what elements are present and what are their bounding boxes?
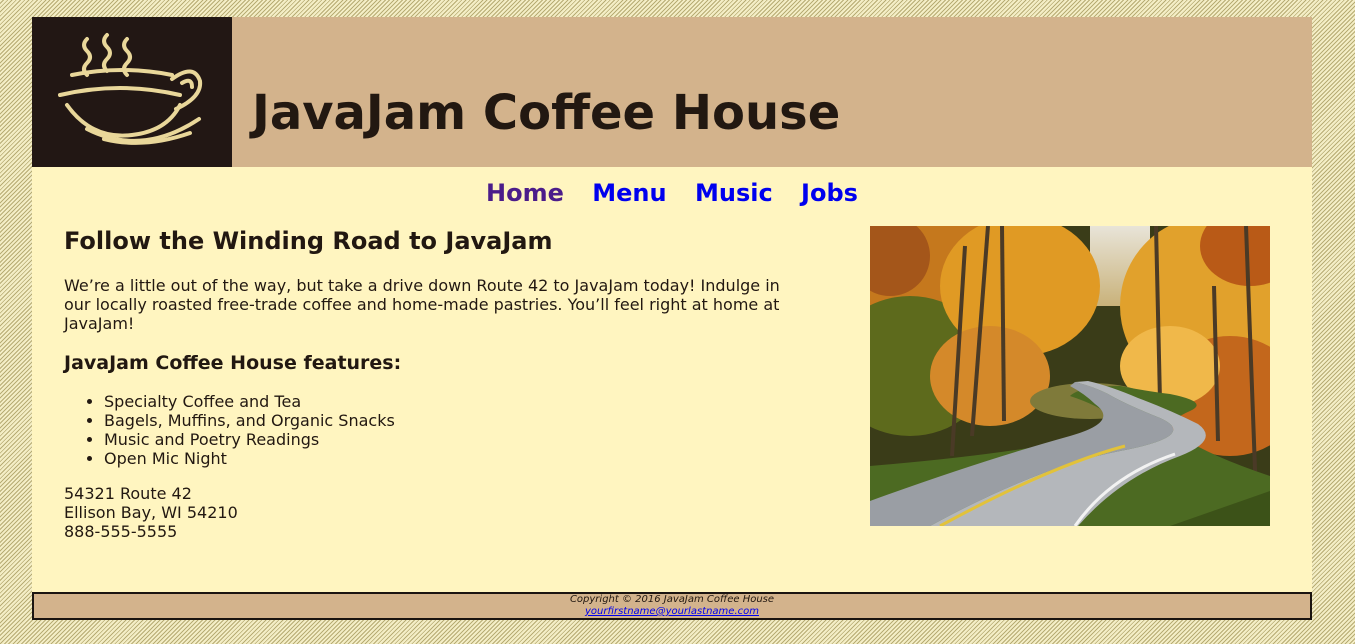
- nav-link-home[interactable]: Home: [486, 179, 564, 207]
- winding-road-image: [820, 206, 1300, 528]
- nav-link-music[interactable]: Music: [695, 179, 773, 207]
- site-footer: Copyright © 2016 JavaJam Coffee House yo…: [32, 592, 1312, 620]
- list-item: Open Mic Night: [104, 449, 784, 468]
- address-street: 54321 Route 42: [64, 484, 192, 503]
- main-nav: Home Menu Music Jobs: [32, 177, 1312, 209]
- list-item: Music and Poetry Readings: [104, 430, 784, 449]
- site-header: JavaJam Coffee House: [32, 17, 1312, 167]
- list-item: Bagels, Muffins, and Organic Snacks: [104, 411, 784, 430]
- nav-link-menu[interactable]: Menu: [592, 179, 666, 207]
- intro-paragraph: We’re a little out of the way, but take …: [64, 276, 780, 333]
- page-wrapper: JavaJam Coffee House Home Menu Music Job…: [32, 17, 1312, 620]
- list-item: Specialty Coffee and Tea: [104, 392, 784, 411]
- nav-link-jobs[interactable]: Jobs: [801, 179, 858, 207]
- features-heading: JavaJam Coffee House features:: [64, 352, 402, 374]
- site-title: JavaJam Coffee House: [252, 85, 841, 141]
- features-list: Specialty Coffee and Tea Bagels, Muffins…: [64, 392, 784, 468]
- copyright-text: Copyright © 2016 JavaJam Coffee House: [569, 594, 775, 605]
- footer-email-link[interactable]: yourfirstname@yourlastname.com: [585, 606, 759, 617]
- main-content: Follow the Winding Road to JavaJam We’re…: [64, 225, 784, 541]
- address-phone: 888-555-5555: [64, 522, 178, 541]
- address-city: Ellison Bay, WI 54210: [64, 503, 238, 522]
- page-heading: Follow the Winding Road to JavaJam: [64, 227, 553, 255]
- coffee-cup-logo-icon: [32, 17, 232, 167]
- address-block: 54321 Route 42 Ellison Bay, WI 54210 888…: [64, 484, 784, 541]
